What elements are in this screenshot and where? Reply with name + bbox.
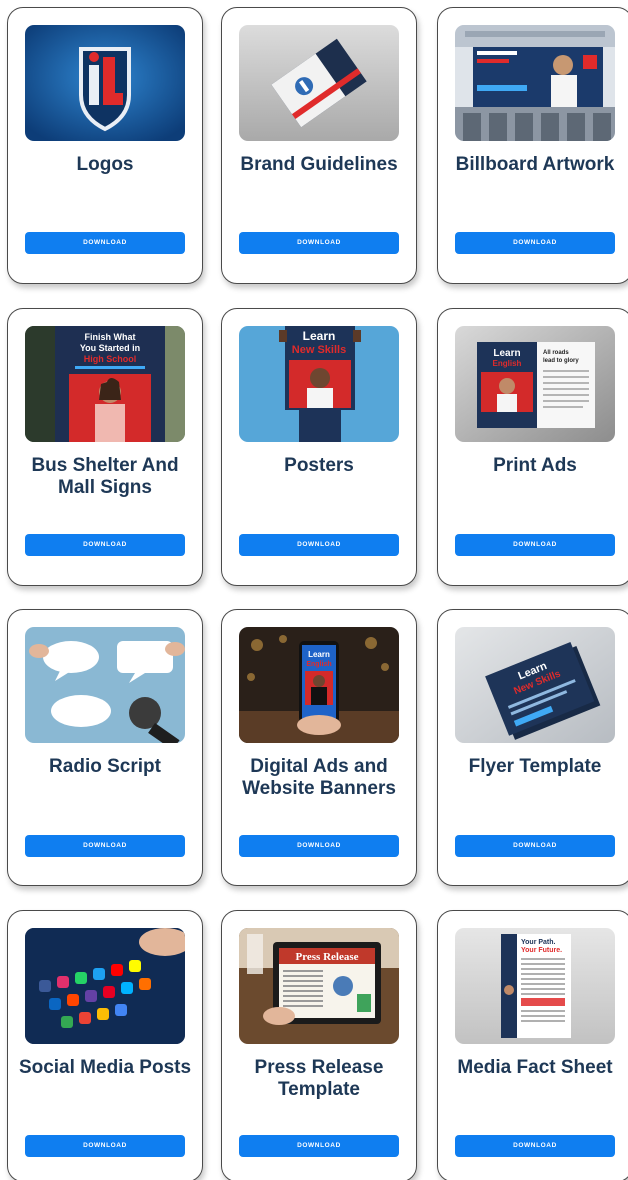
download-button-social-media[interactable]: DOWNLOAD bbox=[25, 1135, 185, 1157]
fact-sheet-document: Your Path. Your Future. bbox=[455, 928, 615, 1044]
phone-ad-headline-2: English bbox=[306, 661, 331, 668]
fact-sheet-headline-1: Your Path. bbox=[521, 939, 556, 946]
download-button-media-fact-sheet[interactable]: DOWNLOAD bbox=[455, 1135, 615, 1157]
brand-guidelines-thumbnail bbox=[239, 25, 399, 141]
poster-headline-2: New Skills bbox=[292, 344, 346, 356]
sign-headline-1: Finish What bbox=[85, 332, 136, 342]
download-button-digital-ads[interactable]: DOWNLOAD bbox=[239, 835, 399, 857]
resource-card-media-fact-sheet: Your Path. Your Future. Media Fact Sheet… bbox=[437, 910, 628, 1180]
card-title: Posters bbox=[284, 455, 354, 476]
resource-card-print-ads: Learn English All roads lead to glory Pr… bbox=[437, 308, 628, 586]
download-button-brand-guidelines[interactable]: DOWNLOAD bbox=[239, 232, 399, 254]
download-button-radio-script[interactable]: DOWNLOAD bbox=[25, 835, 185, 857]
billboard-thumbnail bbox=[455, 25, 615, 141]
download-button-logos[interactable]: DOWNLOAD bbox=[25, 232, 185, 254]
card-title: Logos bbox=[76, 154, 134, 175]
print-ad-tagline-1: All roads bbox=[543, 350, 569, 356]
resource-card-brand-guidelines: Brand Guidelines DOWNLOAD bbox=[221, 7, 417, 284]
phone-app-icons bbox=[25, 928, 185, 1044]
resource-card-bus-shelter: Finish What You Started in High School B… bbox=[7, 308, 203, 586]
download-button-billboard-artwork[interactable]: DOWNLOAD bbox=[455, 232, 615, 254]
card-title: Media Fact Sheet bbox=[457, 1057, 613, 1078]
resource-card-radio-script: Radio Script DOWNLOAD bbox=[7, 609, 203, 886]
card-title: Print Ads bbox=[493, 455, 577, 476]
il-logo-icon bbox=[25, 25, 185, 141]
download-button-print-ads[interactable]: DOWNLOAD bbox=[455, 534, 615, 556]
sign-headline-3: High School bbox=[84, 354, 137, 364]
social-media-thumbnail bbox=[25, 928, 185, 1044]
press-release-thumbnail: Press Release bbox=[239, 928, 399, 1044]
flyer-thumbnail: Learn New Skills bbox=[455, 627, 615, 743]
resource-card-billboard-artwork: Billboard Artwork DOWNLOAD bbox=[437, 7, 628, 284]
brand-guidelines-booklet bbox=[239, 25, 399, 141]
press-release-heading: Press Release bbox=[295, 951, 358, 963]
poster-headline-1: Learn bbox=[303, 329, 336, 343]
billboard-on-building bbox=[455, 25, 615, 141]
resource-card-social-media: Social Media Posts DOWNLOAD bbox=[7, 910, 203, 1180]
card-title: Radio Script bbox=[49, 756, 161, 777]
card-title: Bus Shelter And Mall Signs bbox=[31, 455, 179, 498]
digital-ads-thumbnail: Learn English bbox=[239, 627, 399, 743]
download-button-posters[interactable]: DOWNLOAD bbox=[239, 534, 399, 556]
resource-card-digital-ads: Learn English Digital Ads and Website Ba… bbox=[221, 609, 417, 886]
radio-script-thumbnail bbox=[25, 627, 185, 743]
resource-card-press-release: Press Release Press Release Template DOW… bbox=[221, 910, 417, 1180]
flyer-stack: Learn New Skills bbox=[455, 627, 615, 743]
card-title: Social Media Posts bbox=[18, 1057, 192, 1078]
download-button-press-release[interactable]: DOWNLOAD bbox=[239, 1135, 399, 1157]
phone-ad-headline-1: Learn bbox=[308, 650, 330, 659]
sign-headline-2: You Started in bbox=[80, 343, 140, 353]
resource-card-posters: Learn New Skills Posters DOWNLOAD bbox=[221, 308, 417, 586]
speech-bubbles-microphone bbox=[25, 627, 185, 743]
print-ad-tagline-2: lead to glory bbox=[543, 358, 579, 364]
print-ad-headline-1: Learn bbox=[493, 348, 520, 359]
resource-grid: Logos DOWNLOAD Brand Guidelines DOWNLOAD… bbox=[0, 0, 628, 1180]
magazine-print-ad: Learn English All roads lead to glory bbox=[455, 326, 615, 442]
print-ad-headline-2: English bbox=[493, 359, 522, 368]
card-title: Press Release Template bbox=[254, 1057, 384, 1100]
fact-sheet-headline-2: Your Future. bbox=[521, 947, 562, 954]
phone-digital-ad: Learn English bbox=[239, 627, 399, 743]
posters-thumbnail: Learn New Skills bbox=[239, 326, 399, 442]
download-button-bus-shelter[interactable]: DOWNLOAD bbox=[25, 534, 185, 556]
card-title: Digital Ads and Website Banners bbox=[242, 756, 396, 799]
person-holding-poster: Learn New Skills bbox=[239, 326, 399, 442]
bus-shelter-sign: Finish What You Started in High School bbox=[25, 326, 185, 442]
card-title: Flyer Template bbox=[468, 756, 602, 777]
il-logo-thumbnail bbox=[25, 25, 185, 141]
resource-card-flyer-template: Learn New Skills Flyer Template DOWNLOAD bbox=[437, 609, 628, 886]
print-ads-thumbnail: Learn English All roads lead to glory bbox=[455, 326, 615, 442]
download-button-flyer-template[interactable]: DOWNLOAD bbox=[455, 835, 615, 857]
bus-shelter-thumbnail: Finish What You Started in High School bbox=[25, 326, 185, 442]
resource-card-logos: Logos DOWNLOAD bbox=[7, 7, 203, 284]
fact-sheet-thumbnail: Your Path. Your Future. bbox=[455, 928, 615, 1044]
tablet-press-release: Press Release bbox=[239, 928, 399, 1044]
card-title: Brand Guidelines bbox=[240, 154, 398, 175]
card-title: Billboard Artwork bbox=[455, 154, 615, 175]
